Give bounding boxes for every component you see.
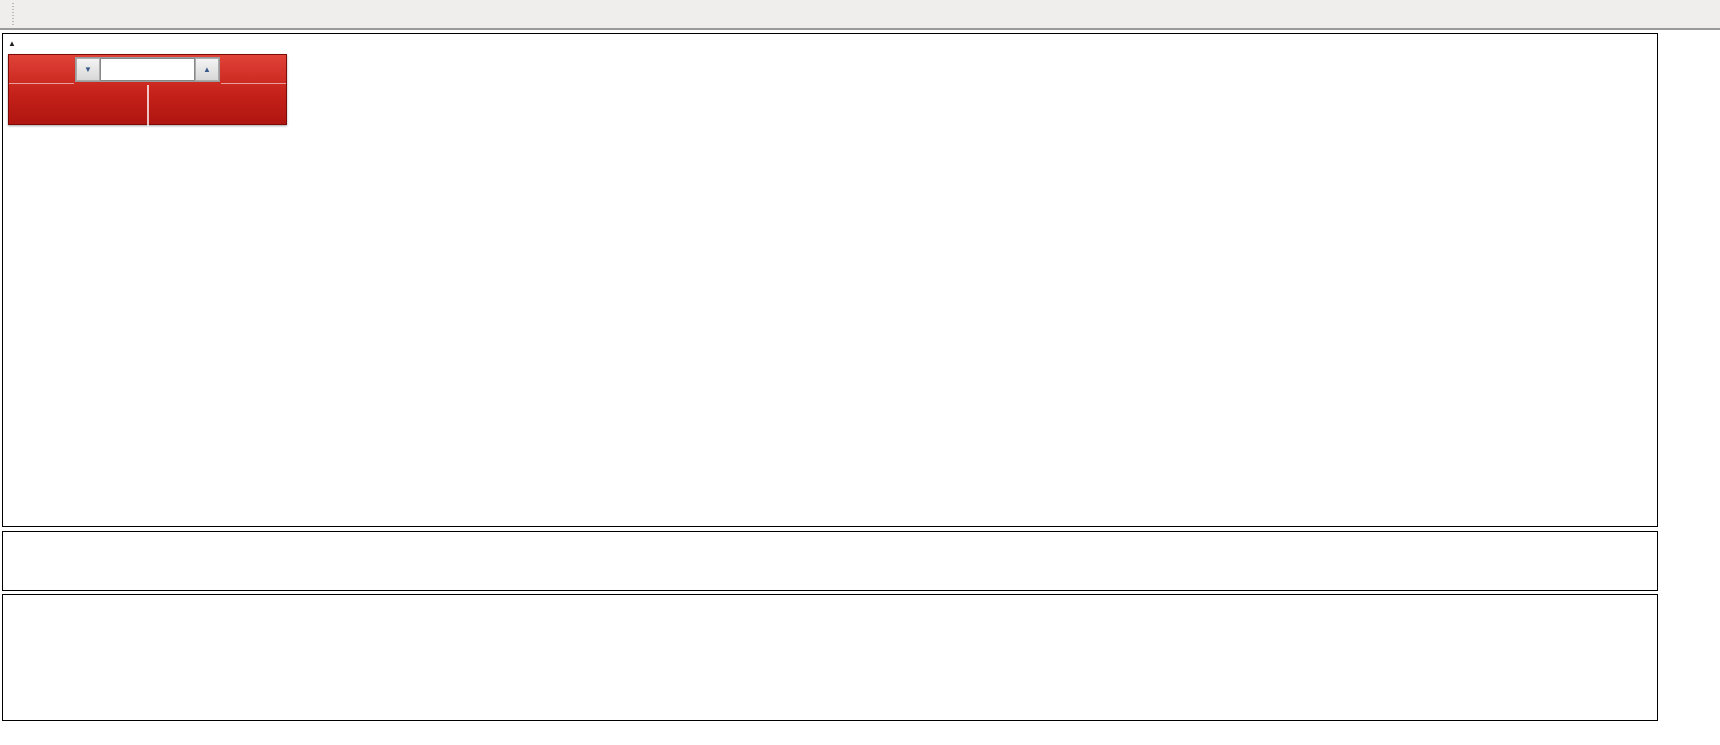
time-axis[interactable]	[0, 722, 1720, 745]
toolbar	[0, 0, 1720, 30]
volume-input[interactable]	[100, 58, 195, 81]
chart-header: ▲	[8, 39, 50, 48]
volume-stepper: ▼ ▲	[75, 57, 220, 82]
buy-price[interactable]	[149, 85, 287, 126]
sell-price[interactable]	[9, 85, 149, 126]
one-click-trading-panel: ▼ ▲	[8, 54, 287, 125]
mt4-window: ▲ ▼ ▲	[0, 0, 1720, 745]
rsi-panel[interactable]	[2, 594, 1658, 721]
sell-button[interactable]	[9, 55, 74, 84]
collapse-arrow-icon[interactable]: ▲	[8, 39, 16, 48]
volume-increase-button[interactable]: ▲	[195, 58, 219, 81]
macd-panel[interactable]	[2, 531, 1658, 591]
buy-button[interactable]	[221, 55, 286, 84]
toolbar-separator	[12, 3, 17, 25]
volume-decrease-button[interactable]: ▼	[76, 58, 100, 81]
